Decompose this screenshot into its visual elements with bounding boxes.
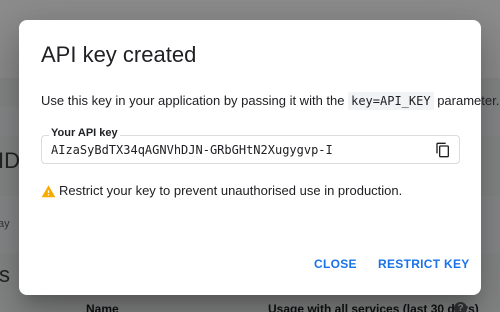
close-button[interactable]: CLOSE [308,253,363,275]
help-icon: ? [454,302,467,312]
warning-message: Restrict your key to prevent unauthorise… [41,183,402,198]
background-row-fragment: ay [0,218,10,230]
background-column-usage: Usage with all services (last 30 days) [268,302,479,312]
copy-icon[interactable] [435,142,451,158]
api-key-field[interactable]: Your API key AIzaSyBdTX34qAGNVhDJN-GRbGH… [41,127,460,164]
background-heading-fragment: ID [0,148,20,173]
background-heading-fragment: s [0,262,10,287]
restrict-key-button[interactable]: RESTRICT KEY [372,253,476,275]
api-key-value[interactable]: AIzaSyBdTX34qAGNVhDJN-GRbGHtN2Xugygvp-I [51,136,333,164]
warning-icon [41,184,56,198]
description-text: parameter. [433,93,500,108]
warning-text: Restrict your key to prevent unauthorise… [59,183,403,198]
description-code: key=API_KEY [348,92,434,110]
api-key-created-dialog: API key created Use this key in your app… [19,20,499,295]
background-column-name: Name [86,302,119,312]
dialog-title: API key created [41,42,197,67]
dialog-description: Use this key in your application by pass… [41,91,499,111]
description-text: Use this key in your application by pass… [41,93,349,108]
